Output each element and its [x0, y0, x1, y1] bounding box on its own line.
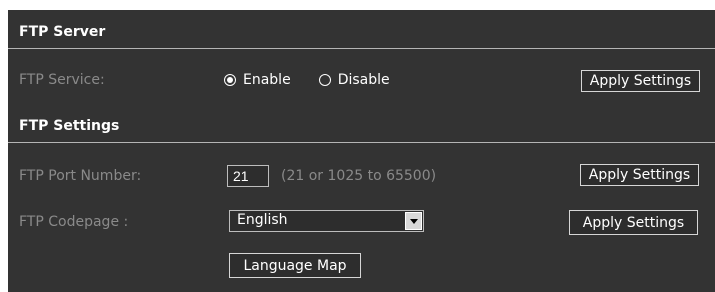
ftp-server-divider — [8, 48, 715, 49]
ftp-service-label: FTP Service: — [19, 72, 105, 88]
ftp-service-enable-option[interactable]: Enable — [224, 72, 291, 88]
ftp-codepage-value: English — [237, 212, 288, 228]
ftp-port-hint: (21 or 1025 to 65500) — [281, 168, 437, 184]
ftp-panel: FTP Server FTP Service: Enable Disable A… — [8, 10, 715, 292]
ftp-port-input[interactable] — [227, 165, 269, 187]
ftp-codepage-apply-button[interactable]: Apply Settings — [569, 210, 698, 235]
ftp-codepage-select[interactable]: English — [229, 210, 424, 232]
ftp-service-radio-group: Enable Disable — [224, 70, 390, 90]
ftp-service-enable-label: Enable — [243, 72, 291, 88]
ftp-port-label: FTP Port Number: — [19, 168, 142, 184]
ftp-settings-title: FTP Settings — [19, 118, 120, 134]
language-map-button[interactable]: Language Map — [229, 253, 361, 278]
ftp-codepage-label: FTP Codepage : — [19, 214, 129, 230]
ftp-service-apply-button[interactable]: Apply Settings — [581, 70, 700, 92]
ftp-port-apply-button[interactable]: Apply Settings — [580, 164, 699, 186]
ftp-service-disable-label: Disable — [337, 72, 390, 88]
ftp-settings-divider — [8, 142, 715, 143]
radio-checked-icon[interactable] — [224, 74, 236, 86]
radio-unchecked-icon[interactable] — [318, 74, 331, 86]
ftp-server-title: FTP Server — [19, 24, 106, 40]
chevron-down-icon[interactable] — [405, 212, 422, 230]
ftp-service-disable-option[interactable]: Disable — [318, 72, 390, 88]
